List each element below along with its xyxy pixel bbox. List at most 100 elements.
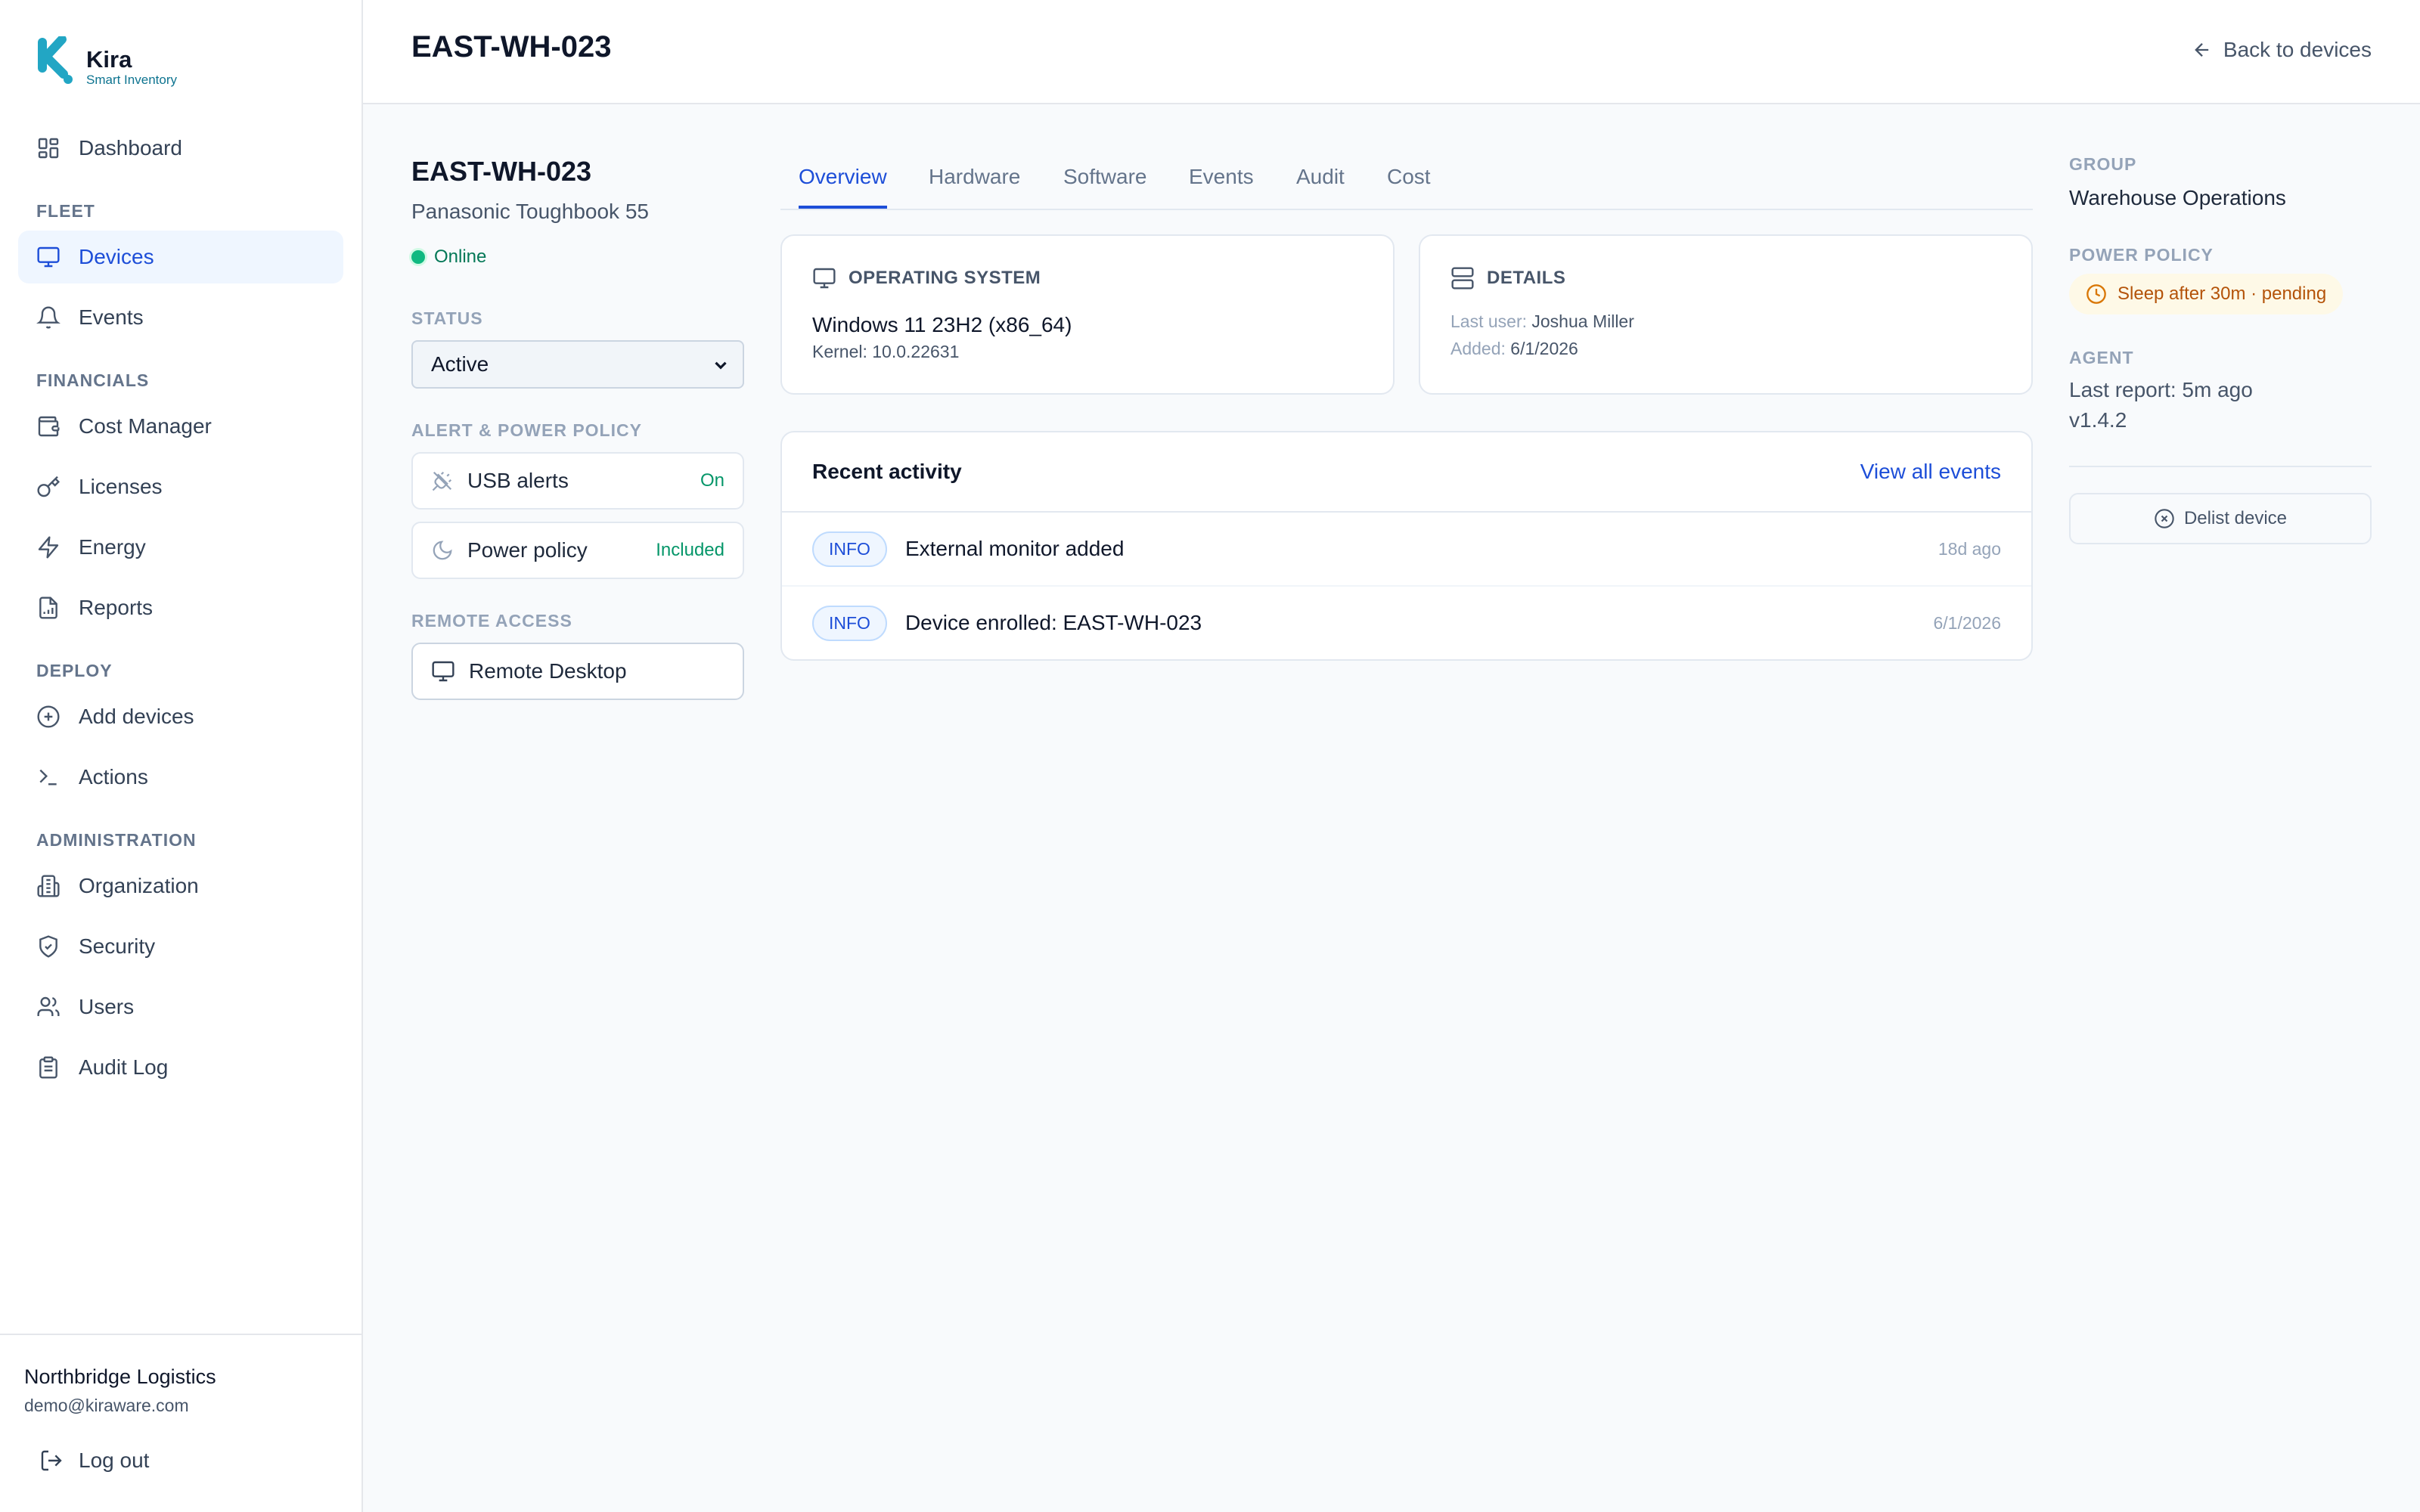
sidebar-item-label: Devices bbox=[79, 245, 154, 268]
last-user-label: Last user: bbox=[1450, 311, 1527, 331]
added-value: 6/1/2026 bbox=[1510, 339, 1578, 358]
monitor-icon bbox=[36, 245, 60, 269]
group-label: GROUP bbox=[2069, 154, 2137, 174]
sidebar-item-dashboard[interactable]: Dashboard bbox=[18, 122, 343, 175]
added-label: Added: bbox=[1450, 339, 1506, 358]
sidebar-item-licenses[interactable]: Licenses bbox=[18, 460, 343, 513]
sidebar-item-energy[interactable]: Energy bbox=[18, 521, 343, 574]
tab-events[interactable]: Events bbox=[1189, 165, 1254, 209]
last-user-value: Joshua Miller bbox=[1531, 311, 1634, 331]
clock-icon bbox=[2086, 284, 2107, 305]
plus-circle-icon bbox=[36, 705, 60, 729]
view-all-events-link[interactable]: View all events bbox=[1860, 460, 2001, 484]
activity-row[interactable]: INFO Device enrolled: EAST-WH-023 6/1/20… bbox=[782, 585, 2031, 659]
os-kernel: Kernel: 10.0.22631 bbox=[812, 342, 960, 361]
alert-power-policy-label: ALERT & POWER POLICY bbox=[411, 420, 642, 440]
sidebar-item-label: Energy bbox=[79, 535, 146, 559]
sidebar-item-label: Actions bbox=[79, 765, 148, 789]
brand-tagline: Smart Inventory bbox=[86, 73, 177, 87]
power-policy-value: Included bbox=[656, 540, 724, 560]
brand-logo[interactable]: Kira Smart Inventory bbox=[36, 36, 177, 88]
power-policy-side-label: POWER POLICY bbox=[2069, 245, 2214, 265]
sidebar-item-label: Audit Log bbox=[79, 1055, 169, 1079]
online-status: Online bbox=[411, 246, 486, 268]
sidebar-item-actions[interactable]: Actions bbox=[18, 751, 343, 804]
sidebar-item-devices[interactable]: Devices bbox=[18, 231, 343, 284]
activity-time: 6/1/2026 bbox=[1933, 612, 2001, 633]
moon-icon bbox=[431, 539, 454, 562]
online-status-label: Online bbox=[434, 246, 487, 267]
monitor-icon bbox=[431, 659, 455, 683]
tab-audit[interactable]: Audit bbox=[1296, 165, 1345, 209]
tab-hardware[interactable]: Hardware bbox=[929, 165, 1020, 209]
sidebar-item-users[interactable]: Users bbox=[18, 981, 343, 1033]
org-name: Northbridge Logistics bbox=[24, 1365, 216, 1388]
remote-access-label: REMOTE ACCESS bbox=[411, 611, 572, 631]
logout-label: Log out bbox=[79, 1448, 150, 1472]
os-card-header: OPERATING SYSTEM bbox=[812, 266, 1041, 290]
log-out-icon bbox=[39, 1448, 64, 1473]
remote-desktop-button[interactable]: Remote Desktop bbox=[411, 643, 744, 700]
nav-section-fleet: FLEET bbox=[36, 201, 95, 221]
added-row: Added: 6/1/2026 bbox=[1450, 339, 1578, 359]
os-card-title: OPERATING SYSTEM bbox=[849, 268, 1041, 288]
bell-icon bbox=[36, 305, 60, 330]
clipboard-icon bbox=[36, 1055, 60, 1080]
usb-alerts-value: On bbox=[700, 470, 724, 491]
user-email: demo@kiraware.com bbox=[24, 1396, 189, 1415]
device-tabs: Overview Hardware Software Events Audit … bbox=[780, 151, 2033, 210]
chevron-down-icon bbox=[715, 361, 727, 370]
recent-activity-title: Recent activity bbox=[812, 460, 962, 483]
power-policy-label: Power policy bbox=[467, 538, 588, 562]
x-circle-icon bbox=[2154, 508, 2175, 529]
last-user-row: Last user: Joshua Miller bbox=[1450, 311, 1634, 332]
sidebar-item-organization[interactable]: Organization bbox=[18, 860, 343, 912]
divider bbox=[2069, 466, 2372, 467]
zap-icon bbox=[36, 535, 60, 559]
details-card: DETAILS Last user: Joshua Miller Added: … bbox=[1419, 234, 2033, 395]
activity-text: External monitor added bbox=[904, 537, 1125, 560]
nav-section-deploy: DEPLOY bbox=[36, 661, 113, 680]
delist-device-button[interactable]: Delist device bbox=[2069, 493, 2372, 544]
details-card-title: DETAILS bbox=[1487, 268, 1566, 288]
sidebar-footer: Northbridge Logistics demo@kiraware.com … bbox=[0, 1334, 361, 1512]
sidebar: Kira Smart Inventory Dashboard FLEET Dev… bbox=[0, 0, 363, 1512]
sidebar-item-label: Events bbox=[79, 305, 144, 329]
tab-software[interactable]: Software bbox=[1063, 165, 1147, 209]
status-select-value: Active bbox=[431, 352, 489, 376]
level-badge: INFO bbox=[812, 531, 887, 567]
power-policy-toggle[interactable]: Power policy Included bbox=[411, 522, 744, 579]
sidebar-item-label: Licenses bbox=[79, 475, 163, 498]
status-select[interactable]: Active bbox=[411, 340, 744, 389]
building-icon bbox=[36, 874, 60, 898]
page-title: EAST-WH-023 bbox=[411, 30, 612, 64]
dashboard-icon bbox=[36, 136, 60, 160]
recent-activity-card: Recent activity View all events INFO Ext… bbox=[780, 431, 2033, 661]
power-policy-pending-badge: Sleep after 30m · pending bbox=[2069, 274, 2344, 314]
sidebar-item-events[interactable]: Events bbox=[18, 291, 343, 344]
tab-overview[interactable]: Overview bbox=[799, 165, 887, 209]
sidebar-item-reports[interactable]: Reports bbox=[18, 581, 343, 634]
back-link-label: Back to devices bbox=[2223, 38, 2372, 61]
sidebar-item-audit-log[interactable]: Audit Log bbox=[18, 1041, 343, 1094]
sidebar-item-add-devices[interactable]: Add devices bbox=[18, 690, 343, 743]
power-policy-pending-text: Sleep after 30m · pending bbox=[2118, 284, 2327, 304]
monitor-icon bbox=[812, 266, 836, 290]
sidebar-item-security[interactable]: Security bbox=[18, 920, 343, 973]
operating-system-card: OPERATING SYSTEM Windows 11 23H2 (x86_64… bbox=[780, 234, 1395, 395]
back-to-devices-link[interactable]: Back to devices bbox=[2192, 38, 2372, 62]
activity-row[interactable]: INFO External monitor added 18d ago bbox=[782, 511, 2031, 585]
sidebar-item-label: Dashboard bbox=[79, 136, 182, 160]
tab-cost[interactable]: Cost bbox=[1387, 165, 1431, 209]
usb-alerts-toggle[interactable]: USB alerts On bbox=[411, 452, 744, 510]
sidebar-item-cost-manager[interactable]: Cost Manager bbox=[18, 400, 343, 453]
sidebar-item-label: Cost Manager bbox=[79, 414, 212, 438]
usb-alerts-label: USB alerts bbox=[467, 469, 569, 492]
arrow-left-icon bbox=[2192, 39, 2213, 60]
logout-button[interactable]: Log out bbox=[39, 1448, 149, 1473]
group-value: Warehouse Operations bbox=[2069, 186, 2286, 209]
level-badge: INFO bbox=[812, 605, 887, 641]
activity-text: Device enrolled: EAST-WH-023 bbox=[904, 611, 1202, 634]
server-icon bbox=[1450, 266, 1475, 290]
kira-logo-icon bbox=[38, 36, 73, 84]
